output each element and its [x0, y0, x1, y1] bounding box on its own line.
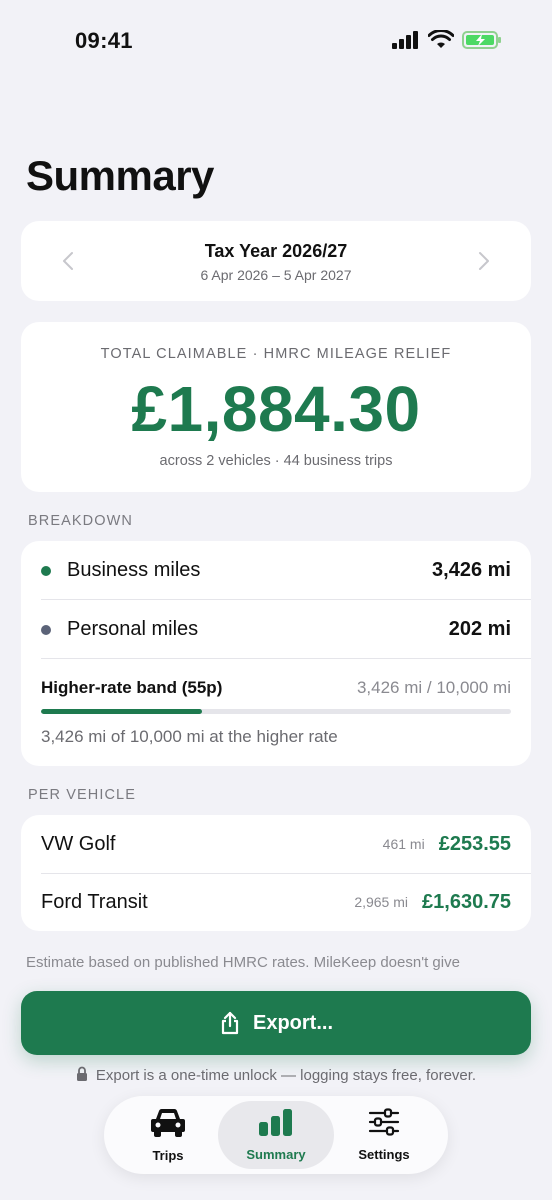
- personal-dot-icon: [41, 624, 51, 635]
- vehicle-name: VW Golf: [41, 832, 116, 855]
- vehicle-miles: 2,965 mi: [354, 894, 409, 910]
- total-claimable-card: TOTAL CLAIMABLE · HMRC MILEAGE RELIEF £1…: [21, 322, 531, 492]
- per-vehicle-section-label: PER VEHICLE: [28, 787, 136, 803]
- chevron-right-icon[interactable]: [469, 245, 499, 277]
- page-title: Summary: [26, 152, 214, 199]
- total-label: TOTAL CLAIMABLE · HMRC MILEAGE RELIEF: [100, 346, 452, 362]
- personal-miles-label: Personal miles: [67, 618, 199, 640]
- wifi-icon: [427, 29, 455, 55]
- status-time: 09:41: [75, 28, 133, 53]
- personal-miles-value: 202 mi: [448, 618, 511, 640]
- unlock-note-text: Export is a one-time unlock — logging st…: [95, 1067, 477, 1084]
- tax-year-selector: Tax Year 2026/27 6 Apr 2026 – 5 Apr 2027: [21, 221, 531, 301]
- divider: [41, 658, 531, 659]
- vehicle-amount: £1,630.75: [422, 890, 511, 913]
- status-bar: 09:41: [0, 0, 552, 80]
- personal-miles-row: Personal miles 202 mi: [21, 600, 531, 659]
- share-icon: [219, 1011, 241, 1035]
- tab-bar: Trips Summary Settings: [104, 1096, 448, 1174]
- breakdown-card: Business miles 3,426 mi Personal miles 2…: [21, 541, 531, 766]
- per-vehicle-card: VW Golf 461 mi £253.55 Ford Transit 2,96…: [21, 815, 531, 931]
- vehicle-miles: 461 mi: [382, 836, 425, 852]
- breakdown-section-label: BREAKDOWN: [28, 513, 133, 529]
- tab-settings[interactable]: Settings: [326, 1101, 442, 1169]
- disclaimer-text: Estimate based on published HMRC rates. …: [26, 954, 460, 971]
- total-amount: £1,884.30: [131, 373, 421, 445]
- bar-chart-icon: [257, 1108, 295, 1141]
- tax-year-title: Tax Year 2026/27: [204, 241, 348, 261]
- tab-label: Settings: [358, 1147, 410, 1162]
- status-icons: [392, 29, 502, 55]
- business-dot-icon: [41, 565, 51, 576]
- business-miles-row: Business miles 3,426 mi: [21, 541, 531, 600]
- business-miles-label: Business miles: [67, 559, 201, 581]
- band-note: 3,426 mi of 10,000 mi at the higher rate: [41, 727, 338, 746]
- sliders-icon: [368, 1108, 400, 1141]
- vehicle-amount: £253.55: [438, 832, 511, 855]
- unlock-note: Export is a one-time unlock — logging st…: [0, 1066, 552, 1085]
- tab-summary[interactable]: Summary: [218, 1101, 334, 1169]
- vehicle-row[interactable]: VW Golf 461 mi £253.55: [21, 815, 531, 873]
- tab-trips[interactable]: Trips: [110, 1101, 226, 1169]
- signal-icon: [392, 31, 420, 54]
- band-progress-fill: [41, 709, 203, 714]
- export-button[interactable]: Export...: [21, 991, 531, 1055]
- tab-label: Summary: [246, 1147, 306, 1162]
- vehicle-row[interactable]: Ford Transit 2,965 mi £1,630.75: [21, 873, 531, 931]
- vehicle-name: Ford Transit: [41, 890, 148, 913]
- export-label: Export...: [252, 1011, 333, 1034]
- tab-label: Trips: [152, 1148, 184, 1163]
- band-title: Higher-rate band (55p): [41, 678, 223, 697]
- car-icon: [150, 1107, 186, 1142]
- lock-icon: [76, 1066, 88, 1085]
- band-progress-bar: [41, 709, 511, 714]
- business-miles-value: 3,426 mi: [432, 559, 511, 581]
- band-fraction: 3,426 mi / 10,000 mi: [356, 678, 511, 697]
- tax-year-range: 6 Apr 2026 – 5 Apr 2027: [200, 267, 352, 283]
- total-subtitle: across 2 vehicles · 44 business trips: [159, 453, 393, 469]
- battery-charging-icon: [462, 30, 502, 55]
